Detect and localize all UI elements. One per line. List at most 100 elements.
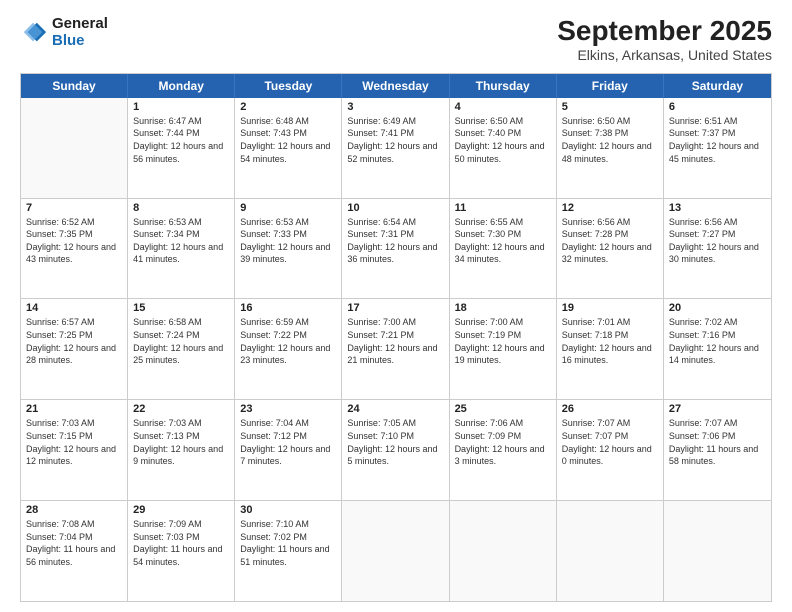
- day-info: Sunrise: 7:05 AM Sunset: 7:10 PM Dayligh…: [347, 417, 443, 467]
- weekday-header: Thursday: [450, 74, 557, 98]
- day-info: Sunrise: 7:02 AM Sunset: 7:16 PM Dayligh…: [669, 316, 766, 366]
- calendar-header-row: SundayMondayTuesdayWednesdayThursdayFrid…: [21, 74, 771, 98]
- day-info: Sunrise: 6:56 AM Sunset: 7:27 PM Dayligh…: [669, 216, 766, 266]
- day-info: Sunrise: 6:50 AM Sunset: 7:40 PM Dayligh…: [455, 115, 551, 165]
- calendar: SundayMondayTuesdayWednesdayThursdayFrid…: [20, 73, 772, 602]
- day-number: 7: [26, 202, 122, 214]
- day-number: 5: [562, 101, 658, 113]
- day-number: 2: [240, 101, 336, 113]
- day-info: Sunrise: 7:07 AM Sunset: 7:06 PM Dayligh…: [669, 417, 766, 467]
- day-number: 17: [347, 302, 443, 314]
- day-info: Sunrise: 6:59 AM Sunset: 7:22 PM Dayligh…: [240, 316, 336, 366]
- day-info: Sunrise: 7:01 AM Sunset: 7:18 PM Dayligh…: [562, 316, 658, 366]
- day-number: 22: [133, 403, 229, 415]
- calendar-cell: 4 Sunrise: 6:50 AM Sunset: 7:40 PM Daylig…: [450, 98, 557, 198]
- calendar-cell: 3Sunrise: 6:49 AM Sunset: 7:41 PM Daylig…: [342, 98, 449, 198]
- day-number: 27: [669, 403, 766, 415]
- day-info: Sunrise: 7:00 AM Sunset: 7:19 PM Dayligh…: [455, 316, 551, 366]
- calendar-cell: 27 Sunrise: 7:07 AM Sunset: 7:06 PM Dayli…: [664, 400, 771, 500]
- day-number: 30: [240, 504, 336, 516]
- day-info: Sunrise: 7:06 AM Sunset: 7:09 PM Dayligh…: [455, 417, 551, 467]
- calendar-cell: 11 Sunrise: 6:55 AM Sunset: 7:30 PM Dayli…: [450, 199, 557, 299]
- day-number: 24: [347, 403, 443, 415]
- day-info: Sunrise: 7:09 AM Sunset: 7:03 PM Dayligh…: [133, 518, 229, 568]
- day-info: Sunrise: 6:47 AM Sunset: 7:44 PM Dayligh…: [133, 115, 229, 165]
- day-number: 20: [669, 302, 766, 314]
- calendar-cell: 30Sunrise: 7:10 AM Sunset: 7:02 PM Dayli…: [235, 501, 342, 601]
- day-number: 12: [562, 202, 658, 214]
- calendar-cell: [342, 501, 449, 601]
- day-number: 9: [240, 202, 336, 214]
- calendar-cell: 25 Sunrise: 7:06 AM Sunset: 7:09 PM Dayli…: [450, 400, 557, 500]
- day-number: 29: [133, 504, 229, 516]
- title-block: September 2025 Elkins, Arkansas, United …: [557, 16, 772, 63]
- day-number: 11: [455, 202, 551, 214]
- weekday-header: Tuesday: [235, 74, 342, 98]
- day-info: Sunrise: 6:53 AM Sunset: 7:34 PM Dayligh…: [133, 216, 229, 266]
- calendar-cell: 23 Sunrise: 7:04 AM Sunset: 7:12 PM Dayli…: [235, 400, 342, 500]
- day-number: 13: [669, 202, 766, 214]
- calendar-cell: 21Sunrise: 7:03 AM Sunset: 7:15 PM Dayli…: [21, 400, 128, 500]
- day-info: Sunrise: 6:55 AM Sunset: 7:30 PM Dayligh…: [455, 216, 551, 266]
- day-info: Sunrise: 6:57 AM Sunset: 7:25 PM Dayligh…: [26, 316, 122, 366]
- calendar-cell: [557, 501, 664, 601]
- weekday-header: Wednesday: [342, 74, 449, 98]
- calendar-cell: 2 Sunrise: 6:48 AM Sunset: 7:43 PM Daylig…: [235, 98, 342, 198]
- calendar-cell: 16 Sunrise: 6:59 AM Sunset: 7:22 PM Dayli…: [235, 299, 342, 399]
- calendar-title: September 2025: [557, 16, 772, 47]
- calendar-row: 21Sunrise: 7:03 AM Sunset: 7:15 PM Dayli…: [21, 400, 771, 501]
- day-number: 18: [455, 302, 551, 314]
- calendar-cell: 7 Sunrise: 6:52 AM Sunset: 7:35 PM Daylig…: [21, 199, 128, 299]
- day-info: Sunrise: 6:51 AM Sunset: 7:37 PM Dayligh…: [669, 115, 766, 165]
- calendar-cell: [664, 501, 771, 601]
- day-info: Sunrise: 7:04 AM Sunset: 7:12 PM Dayligh…: [240, 417, 336, 467]
- weekday-header: Saturday: [664, 74, 771, 98]
- calendar-cell: 14 Sunrise: 6:57 AM Sunset: 7:25 PM Dayli…: [21, 299, 128, 399]
- day-info: Sunrise: 7:08 AM Sunset: 7:04 PM Dayligh…: [26, 518, 122, 568]
- day-info: Sunrise: 7:03 AM Sunset: 7:15 PM Dayligh…: [26, 417, 122, 467]
- calendar-cell: 29 Sunrise: 7:09 AM Sunset: 7:03 PM Dayli…: [128, 501, 235, 601]
- calendar-cell: 6 Sunrise: 6:51 AM Sunset: 7:37 PM Daylig…: [664, 98, 771, 198]
- calendar-cell: 5 Sunrise: 6:50 AM Sunset: 7:38 PM Daylig…: [557, 98, 664, 198]
- calendar-cell: 28 Sunrise: 7:08 AM Sunset: 7:04 PM Dayli…: [21, 501, 128, 601]
- calendar-cell: 18 Sunrise: 7:00 AM Sunset: 7:19 PM Dayli…: [450, 299, 557, 399]
- logo-icon: [20, 19, 48, 47]
- day-number: 23: [240, 403, 336, 415]
- calendar-cell: 22Sunrise: 7:03 AM Sunset: 7:13 PM Dayli…: [128, 400, 235, 500]
- day-info: Sunrise: 6:50 AM Sunset: 7:38 PM Dayligh…: [562, 115, 658, 165]
- day-number: 28: [26, 504, 122, 516]
- day-number: 19: [562, 302, 658, 314]
- calendar-subtitle: Elkins, Arkansas, United States: [557, 47, 772, 63]
- calendar-cell: 1 Sunrise: 6:47 AM Sunset: 7:44 PM Daylig…: [128, 98, 235, 198]
- day-info: Sunrise: 6:58 AM Sunset: 7:24 PM Dayligh…: [133, 316, 229, 366]
- calendar-row: 14 Sunrise: 6:57 AM Sunset: 7:25 PM Dayli…: [21, 299, 771, 400]
- calendar-cell: 17 Sunrise: 7:00 AM Sunset: 7:21 PM Dayli…: [342, 299, 449, 399]
- day-info: Sunrise: 6:52 AM Sunset: 7:35 PM Dayligh…: [26, 216, 122, 266]
- calendar-cell: 15Sunrise: 6:58 AM Sunset: 7:24 PM Dayli…: [128, 299, 235, 399]
- weekday-header: Friday: [557, 74, 664, 98]
- day-number: 14: [26, 302, 122, 314]
- calendar-cell: 19 Sunrise: 7:01 AM Sunset: 7:18 PM Dayli…: [557, 299, 664, 399]
- day-info: Sunrise: 6:56 AM Sunset: 7:28 PM Dayligh…: [562, 216, 658, 266]
- weekday-header: Monday: [128, 74, 235, 98]
- day-number: 25: [455, 403, 551, 415]
- calendar-row: 7 Sunrise: 6:52 AM Sunset: 7:35 PM Daylig…: [21, 199, 771, 300]
- logo-line1: General: [52, 16, 108, 33]
- day-number: 6: [669, 101, 766, 113]
- logo-text: General Blue: [52, 16, 108, 49]
- day-info: Sunrise: 6:48 AM Sunset: 7:43 PM Dayligh…: [240, 115, 336, 165]
- calendar-cell: 26Sunrise: 7:07 AM Sunset: 7:07 PM Dayli…: [557, 400, 664, 500]
- day-number: 4: [455, 101, 551, 113]
- calendar-cell: 8Sunrise: 6:53 AM Sunset: 7:34 PM Daylig…: [128, 199, 235, 299]
- day-info: Sunrise: 7:00 AM Sunset: 7:21 PM Dayligh…: [347, 316, 443, 366]
- calendar-cell: 24 Sunrise: 7:05 AM Sunset: 7:10 PM Dayli…: [342, 400, 449, 500]
- day-number: 3: [347, 101, 443, 113]
- day-number: 1: [133, 101, 229, 113]
- day-info: Sunrise: 6:54 AM Sunset: 7:31 PM Dayligh…: [347, 216, 443, 266]
- calendar-cell: 10Sunrise: 6:54 AM Sunset: 7:31 PM Dayli…: [342, 199, 449, 299]
- day-number: 16: [240, 302, 336, 314]
- logo-line2: Blue: [52, 33, 108, 50]
- calendar-cell: 13 Sunrise: 6:56 AM Sunset: 7:27 PM Dayli…: [664, 199, 771, 299]
- calendar-cell: [450, 501, 557, 601]
- day-info: Sunrise: 7:07 AM Sunset: 7:07 PM Dayligh…: [562, 417, 658, 467]
